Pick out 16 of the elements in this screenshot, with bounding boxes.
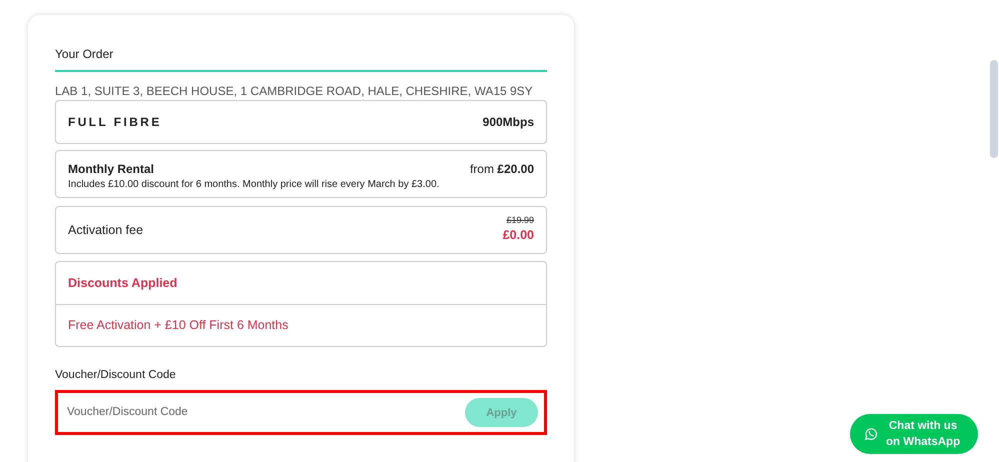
rental-note: Includes £10.00 discount for 6 months. Monthly price will rise every March by £3.00. [68, 179, 440, 191]
voucher-label: Voucher/Discount Code [55, 368, 177, 383]
rental-price: from £20.00 [470, 161, 534, 178]
address-text: LAB 1, SUITE 3, BEECH HOUSE, 1 CAMBRIDGE ROAD, HALE, CHESHIRE, WA15 9SY [55, 84, 534, 98]
whatsapp-chat-button[interactable]: Chat with us on WhatsApp [850, 414, 978, 454]
product-name: FULL FIBRE [68, 114, 162, 131]
scrollbar-thumb[interactable] [990, 60, 998, 158]
whatsapp-icon [864, 427, 878, 441]
activation-label: Activation fee [68, 222, 144, 239]
old-price: £19.99 [506, 215, 534, 226]
activation-price: £0.00 [502, 227, 534, 244]
speed-text: 900Mbps [482, 114, 534, 131]
discounts-heading: Discounts Applied [68, 274, 178, 292]
order-title: Your Order [55, 46, 114, 62]
discount-item: Free Activation + £10 Off First 6 Months [68, 317, 288, 334]
rental-label: Monthly Rental [68, 161, 154, 178]
